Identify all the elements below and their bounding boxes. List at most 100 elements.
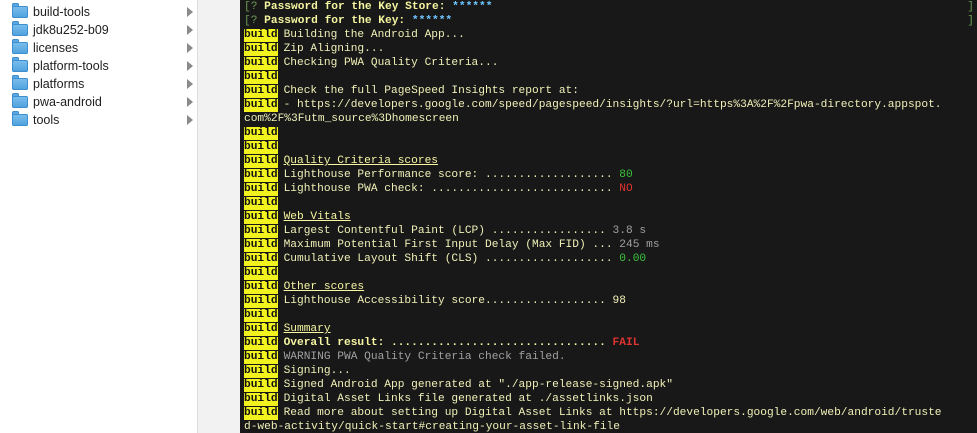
folder-label: jdk8u252-b09	[33, 23, 109, 37]
terminal-line: build Lighthouse Accessibility score.....…	[240, 294, 977, 308]
chevron-right-icon	[187, 97, 193, 107]
overall-result-value: FAIL	[612, 337, 640, 349]
build-tag: build	[244, 85, 278, 98]
build-tag: build	[244, 211, 278, 224]
terminal-line: build	[240, 196, 977, 210]
terminal-line: build	[240, 266, 977, 280]
build-tag: build	[244, 281, 278, 294]
line-text: Digital Asset Links file generated at ./…	[283, 393, 653, 405]
terminal-line: com%2F%3Futm_source%3Dhomescreen	[240, 112, 977, 126]
terminal-line: build Quality Criteria scores	[240, 154, 977, 168]
chevron-right-icon	[187, 115, 193, 125]
line-text: Check the full PageSpeed Insights report…	[283, 85, 579, 97]
build-tag: build	[244, 29, 278, 42]
terminal-line: build Zip Aligning...	[240, 42, 977, 56]
build-tag: build	[244, 267, 278, 280]
line-text[interactable]: Read more about setting up Digital Asset…	[284, 407, 942, 419]
build-tag: build	[244, 57, 278, 70]
folder-label: platforms	[33, 77, 85, 91]
lcp-value: 3.8 s	[612, 225, 647, 237]
terminal-window[interactable]: [? Password for the Key Store: ******] […	[240, 0, 977, 433]
build-tag: build	[244, 127, 278, 140]
folder-row-jdk8u252-b09[interactable]: jdk8u252-b09	[0, 21, 197, 39]
terminal-line: build	[240, 126, 977, 140]
build-tag: build	[244, 239, 278, 252]
keystore-password-label: Password for the Key Store:	[264, 1, 453, 13]
terminal-line: build	[240, 308, 977, 322]
terminal-line: build Signing...	[240, 364, 977, 378]
fid-value: 245 ms	[619, 239, 660, 251]
terminal-line: build Check the full PageSpeed Insights r…	[240, 84, 977, 98]
keystore-password-mask: ******	[452, 1, 493, 13]
terminal-line: build Cumulative Layout Shift (CLS) .....…	[240, 252, 977, 266]
prompt-bracket: [?	[244, 1, 258, 13]
build-tag: build	[244, 337, 278, 350]
build-tag: build	[244, 365, 278, 378]
metric-label: Cumulative Layout Shift (CLS) ..........…	[283, 253, 620, 265]
folder-row-pwa-android[interactable]: pwa-android	[0, 93, 197, 111]
folder-row-tools[interactable]: tools	[0, 111, 197, 129]
cls-value: 0.00	[619, 253, 647, 265]
terminal-line: build Web Vitals	[240, 210, 977, 224]
folder-label: tools	[33, 113, 60, 127]
line-text: Zip Aligning...	[283, 43, 385, 55]
metric-label: Lighthouse PWA check: ..................…	[283, 183, 620, 195]
terminal-line: build Digital Asset Links file generated …	[240, 392, 977, 406]
line-text: Signing...	[283, 365, 351, 377]
terminal-line: build Summary	[240, 322, 977, 336]
build-tag: build	[244, 43, 278, 56]
build-tag: build	[244, 141, 278, 154]
build-tag: build	[244, 71, 278, 84]
terminal-line: build Maximum Potential First Input Delay…	[240, 238, 977, 252]
line-text-cont[interactable]: d-web-activity/quick-start#creating-your…	[244, 421, 620, 433]
build-tag: build	[244, 407, 278, 420]
terminal-output: [? Password for the Key Store: ******] […	[240, 0, 977, 433]
terminal-line: build	[240, 70, 977, 84]
key-password-label: Password for the Key:	[264, 15, 412, 27]
section-heading-quality: Quality Criteria scores	[283, 155, 438, 167]
folder-row-build-tools[interactable]: build-tools	[0, 3, 197, 21]
warning-text: WARNING PWA Quality Criteria check faile…	[283, 351, 566, 363]
chevron-right-icon	[187, 61, 193, 71]
line-text: Building the Android App...	[283, 29, 465, 41]
line-text: Signed Android App generated at "./app-r…	[283, 379, 673, 391]
build-tag: build	[244, 351, 278, 364]
chevron-right-icon	[187, 7, 193, 17]
build-tag: build	[244, 225, 278, 238]
terminal-line: build Building the Android App...	[240, 28, 977, 42]
folder-icon	[12, 93, 28, 108]
build-tag: build	[244, 295, 278, 308]
folder-icon	[12, 21, 28, 36]
prompt-bracket: [?	[244, 15, 258, 27]
folder-icon	[12, 111, 28, 126]
finder-empty-column	[198, 0, 240, 433]
terminal-line: build Read more about setting up Digital …	[240, 406, 977, 420]
folder-row-platforms[interactable]: platforms	[0, 75, 197, 93]
metric-label: Largest Contentful Paint (LCP) .........…	[283, 225, 613, 237]
terminal-line: d-web-activity/quick-start#creating-your…	[240, 420, 977, 433]
report-url[interactable]: - https://developers.google.com/speed/pa…	[284, 99, 942, 111]
section-heading-vitals: Web Vitals	[283, 211, 351, 223]
build-tag: build	[244, 169, 278, 182]
line-text: Checking PWA Quality Criteria...	[283, 57, 499, 69]
build-tag: build	[244, 253, 278, 266]
terminal-line: build Largest Contentful Paint (LCP) ....…	[240, 224, 977, 238]
build-tag: build	[244, 323, 278, 336]
perf-score-value: 80	[619, 169, 633, 181]
terminal-line: build WARNING PWA Quality Criteria check …	[240, 350, 977, 364]
metric-label: Maximum Potential First Input Delay (Max…	[283, 239, 620, 251]
folder-row-licenses[interactable]: licenses	[0, 39, 197, 57]
report-url-cont[interactable]: com%2F%3Futm_source%3Dhomescreen	[244, 113, 459, 125]
chevron-right-icon	[187, 25, 193, 35]
folder-label: build-tools	[33, 5, 90, 19]
metric-label: Lighthouse Accessibility score..........…	[283, 295, 613, 307]
pwa-check-value: NO	[619, 183, 633, 195]
build-tag: build	[244, 393, 278, 406]
folder-row-platform-tools[interactable]: platform-tools	[0, 57, 197, 75]
folder-icon	[12, 39, 28, 54]
folder-label: licenses	[33, 41, 79, 55]
build-tag: build	[244, 379, 278, 392]
terminal-line: build Lighthouse PWA check: .............…	[240, 182, 977, 196]
metric-label: Lighthouse Performance score: ..........…	[283, 169, 620, 181]
accessibility-value: 98	[612, 295, 626, 307]
